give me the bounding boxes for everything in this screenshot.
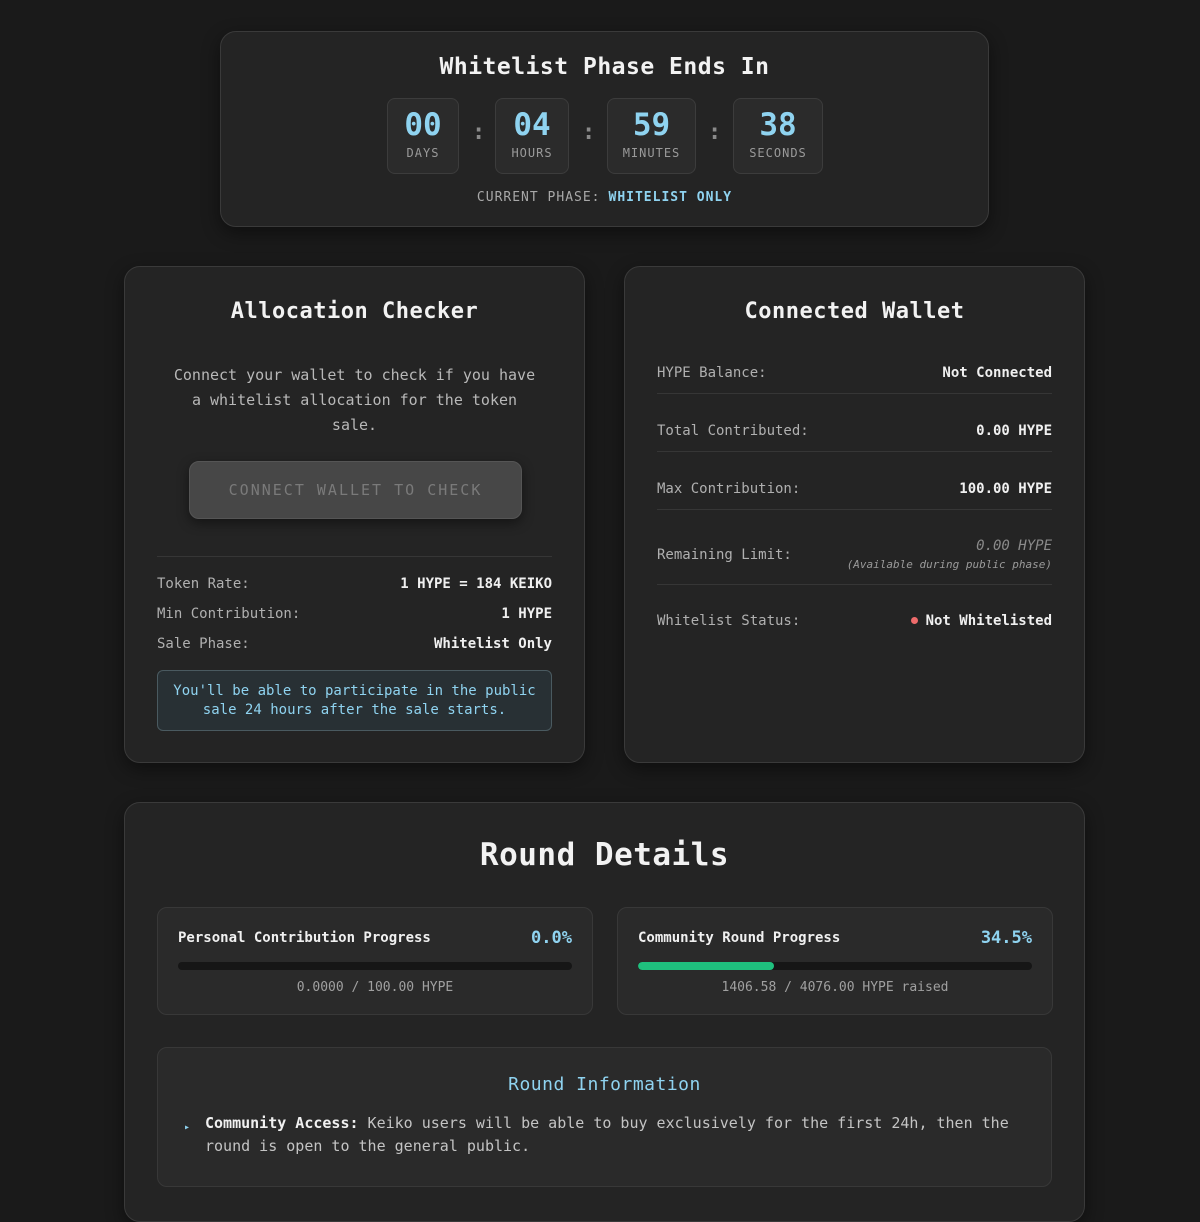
token-rate-label: Token Rate: [157,576,250,592]
personal-progress-card: Personal Contribution Progress 0.0% 0.00… [157,907,593,1015]
community-access-label: Community Access: [205,1114,359,1132]
token-rate-row: Token Rate: 1 HYPE = 184 KEIKO [157,576,552,596]
community-progress-card: Community Round Progress 34.5% 1406.58 /… [617,907,1053,1015]
token-rate-value: 1 HYPE = 184 KEIKO [400,576,552,592]
round-details-card: Round Details Personal Contribution Prog… [124,802,1085,1222]
personal-progress-bar [178,962,572,970]
whitelist-status-value: Not Whitelisted [925,613,1052,629]
remaining-limit-note: (Available during public phase) [846,558,1052,571]
whitelist-status-label: Whitelist Status: [657,613,801,629]
total-contributed-row: Total Contributed: 0.00 HYPE [657,423,1052,452]
round-title: Round Details [479,837,730,873]
sale-phase-label: Sale Phase: [157,636,250,652]
max-contribution-value: 100.00 HYPE [959,481,1052,497]
countdown-hours: 04 HOURS [495,98,569,174]
countdown-minutes: 59 MINUTES [607,98,696,174]
max-contribution-label: Max Contribution: [657,481,801,497]
allocation-checker-card: Allocation Checker Connect your wallet t… [124,266,585,763]
seconds-value: 38 [759,107,797,143]
total-contributed-label: Total Contributed: [657,423,809,439]
days-label: DAYS [406,146,440,160]
hours-label: HOURS [511,146,553,160]
min-contribution-value: 1 HYPE [501,606,552,622]
wallet-title: Connected Wallet [744,299,965,324]
countdown-separator: : [708,120,722,145]
community-progress-bar [638,962,1032,970]
round-information-panel: Round Information ▸ Community Access: Ke… [157,1047,1052,1187]
phase-value: WHITELIST ONLY [608,190,733,205]
countdown-title: Whitelist Phase Ends In [439,54,770,80]
whitelist-status: Not Whitelisted [910,613,1052,629]
community-progress-fill [638,962,774,970]
personal-progress-amount: 0.0000 / 100.00 HYPE [296,980,454,995]
allocation-title: Allocation Checker [230,299,479,324]
minutes-value: 59 [632,107,671,143]
minutes-label: MINUTES [622,146,681,160]
status-dot-icon [910,616,918,624]
remaining-limit-label: Remaining Limit: [657,547,792,563]
countdown-panel: Whitelist Phase Ends In 00 DAYS : 04 HOU… [220,31,989,227]
community-progress-title: Community Round Progress [638,930,841,946]
community-access-item: Community Access: Keiko users will be ab… [205,1112,1011,1158]
days-value: 00 [404,107,442,143]
sale-phase-value: Whitelist Only [433,636,552,652]
whitelist-status-row: Whitelist Status: Not Whitelisted [657,613,1052,633]
max-contribution-row: Max Contribution: 100.00 HYPE [657,481,1052,510]
divider [157,556,552,557]
hours-value: 04 [513,107,551,143]
min-contribution-label: Min Contribution: [157,606,301,622]
connected-wallet-card: Connected Wallet HYPE Balance: Not Conne… [624,266,1085,763]
min-contribution-row: Min Contribution: 1 HYPE [157,606,552,626]
personal-progress-percent: 0.0% [531,928,572,948]
hype-balance-label: HYPE Balance: [657,365,767,381]
hype-balance-row: HYPE Balance: Not Connected [657,365,1052,394]
seconds-label: SECONDS [749,146,807,160]
phase-label: CURRENT PHASE: [476,190,601,205]
remaining-limit-row: Remaining Limit: 0.00 HYPE (Available du… [657,538,1052,585]
round-information-title: Round Information [508,1074,701,1095]
public-sale-notice: You'll be able to participate in the pub… [157,670,552,731]
personal-progress-title: Personal Contribution Progress [178,930,431,946]
countdown-seconds: 38 SECONDS [733,98,823,174]
bullet-arrow-icon: ▸ [184,1122,191,1133]
countdown-separator: : [472,120,486,145]
total-contributed-value: 0.00 HYPE [976,423,1052,439]
connect-wallet-button[interactable]: CONNECT WALLET TO CHECK [189,461,522,519]
hype-balance-value: Not Connected [942,365,1052,381]
countdown-days: 00 DAYS [387,98,459,174]
community-progress-amount: 1406.58 / 4076.00 HYPE raised [721,980,949,995]
countdown-separator: : [582,120,596,145]
community-progress-percent: 34.5% [980,928,1032,948]
current-phase: CURRENT PHASE: WHITELIST ONLY [221,190,988,205]
sale-phase-row: Sale Phase: Whitelist Only [157,636,552,656]
remaining-limit-value: 0.00 HYPE [976,538,1052,554]
allocation-description: Connect your wallet to check if you have… [173,366,536,434]
